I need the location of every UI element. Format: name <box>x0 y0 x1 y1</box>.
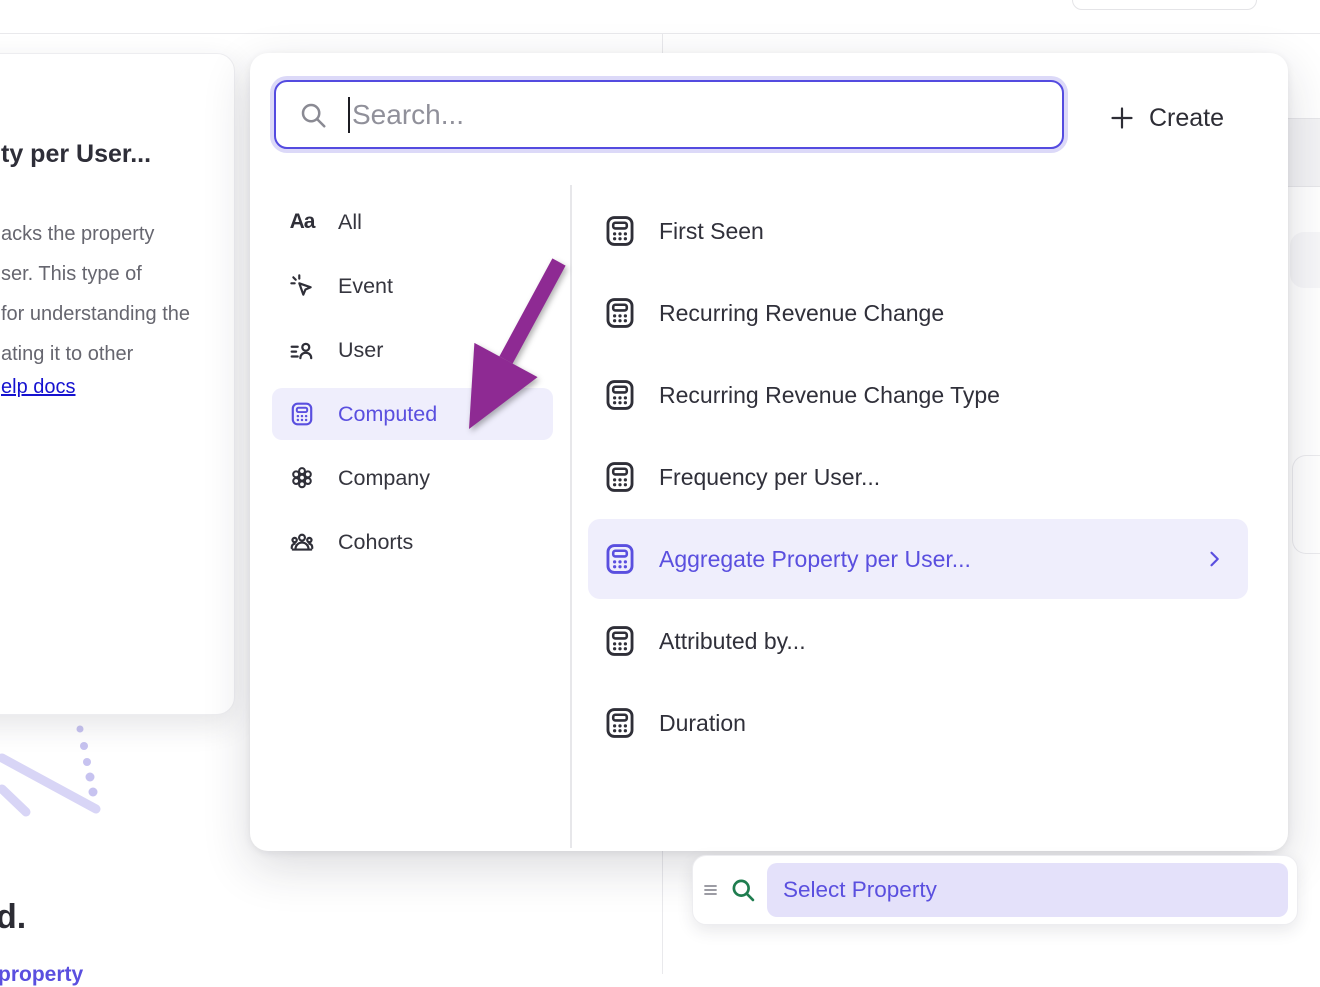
calculator-icon <box>603 706 637 740</box>
calculator-icon <box>603 296 637 330</box>
background-card-edge <box>1290 232 1320 288</box>
select-property-label: Select Property <box>783 877 937 903</box>
property-description-tooltip: ty per User... acks the property ser. Th… <box>0 53 235 715</box>
sidebar-item-cohorts[interactable]: Cohorts <box>272 516 553 568</box>
company-cluster-icon <box>288 464 316 492</box>
text-caret <box>348 97 350 133</box>
tooltip-title: ty per User... <box>1 140 151 169</box>
calculator-icon <box>603 378 637 412</box>
sidebar-item-label: User <box>338 338 383 363</box>
page-divider-horizontal <box>0 33 1320 34</box>
column-divider <box>570 185 572 848</box>
calculator-icon <box>288 400 316 428</box>
property-row-recurring-revenue-change-type[interactable]: Recurring Revenue Change Type <box>588 355 1248 435</box>
sidebar-item-label: All <box>338 210 362 235</box>
property-label: Recurring Revenue Change <box>659 300 944 327</box>
cutoff-link-fragment: property <box>0 963 83 987</box>
sidebar-item-company[interactable]: Company <box>272 452 553 504</box>
property-row-duration[interactable]: Duration <box>588 683 1248 763</box>
tooltip-body-line: for understanding the <box>1 294 190 334</box>
property-row-frequency-per-user[interactable]: Frequency per User... <box>588 437 1248 517</box>
calculator-icon <box>603 214 637 248</box>
property-label: Frequency per User... <box>659 464 880 491</box>
user-list-icon <box>288 336 316 364</box>
sidebar-item-label: Cohorts <box>338 530 413 555</box>
sidebar-item-event[interactable]: Event <box>272 260 553 312</box>
text-format-icon: Aa <box>288 208 316 236</box>
calculator-icon <box>603 460 637 494</box>
sidebar-item-label: Computed <box>338 402 437 427</box>
drag-handle-icon[interactable] <box>701 880 721 900</box>
property-label: Recurring Revenue Change Type <box>659 382 1000 409</box>
property-label: First Seen <box>659 218 764 245</box>
calculator-icon <box>603 624 637 658</box>
chevron-right-icon <box>1204 549 1224 569</box>
sidebar-item-computed[interactable]: Computed <box>272 388 553 440</box>
help-docs-link[interactable]: elp docs <box>1 376 76 399</box>
property-row-aggregate-property-per-user[interactable]: Aggregate Property per User... <box>588 519 1248 599</box>
tooltip-body-line: ser. This type of <box>1 254 190 294</box>
sidebar-item-user[interactable]: User <box>272 324 553 376</box>
create-button-label: Create <box>1149 104 1224 133</box>
property-label: Attributed by... <box>659 628 806 655</box>
tooltip-body-line: ating it to other <box>1 334 190 374</box>
tooltip-body: acks the property ser. This type of for … <box>1 214 190 374</box>
property-row-attributed-by[interactable]: Attributed by... <box>588 601 1248 681</box>
click-event-icon <box>288 272 316 300</box>
property-row-first-seen[interactable]: First Seen <box>588 191 1248 271</box>
search-icon <box>729 876 757 904</box>
property-filter-row: Select Property <box>692 855 1298 925</box>
cutoff-heading: d. <box>0 898 26 937</box>
calculator-icon <box>603 542 637 576</box>
create-button[interactable]: Create <box>1110 99 1224 137</box>
background-card-edge-2 <box>1292 455 1320 554</box>
plus-icon <box>1110 106 1134 130</box>
search-field[interactable] <box>274 80 1064 149</box>
background-panel-edge <box>1288 118 1320 187</box>
sidebar-item-label: Event <box>338 274 393 299</box>
background-button-cutoff <box>1072 0 1257 10</box>
search-icon <box>298 100 328 130</box>
tooltip-body-line: acks the property <box>1 214 190 254</box>
sidebar-item-label: Company <box>338 466 430 491</box>
property-label: Aggregate Property per User... <box>659 546 971 573</box>
property-picker-modal: Create Aa All Event User <box>250 53 1288 851</box>
property-label: Duration <box>659 710 746 737</box>
search-input[interactable] <box>352 99 1062 131</box>
sidebar-item-all[interactable]: Aa All <box>272 196 553 248</box>
cohorts-people-icon <box>288 528 316 556</box>
select-property-button[interactable]: Select Property <box>767 863 1288 917</box>
property-row-recurring-revenue-change[interactable]: Recurring Revenue Change <box>588 273 1248 353</box>
